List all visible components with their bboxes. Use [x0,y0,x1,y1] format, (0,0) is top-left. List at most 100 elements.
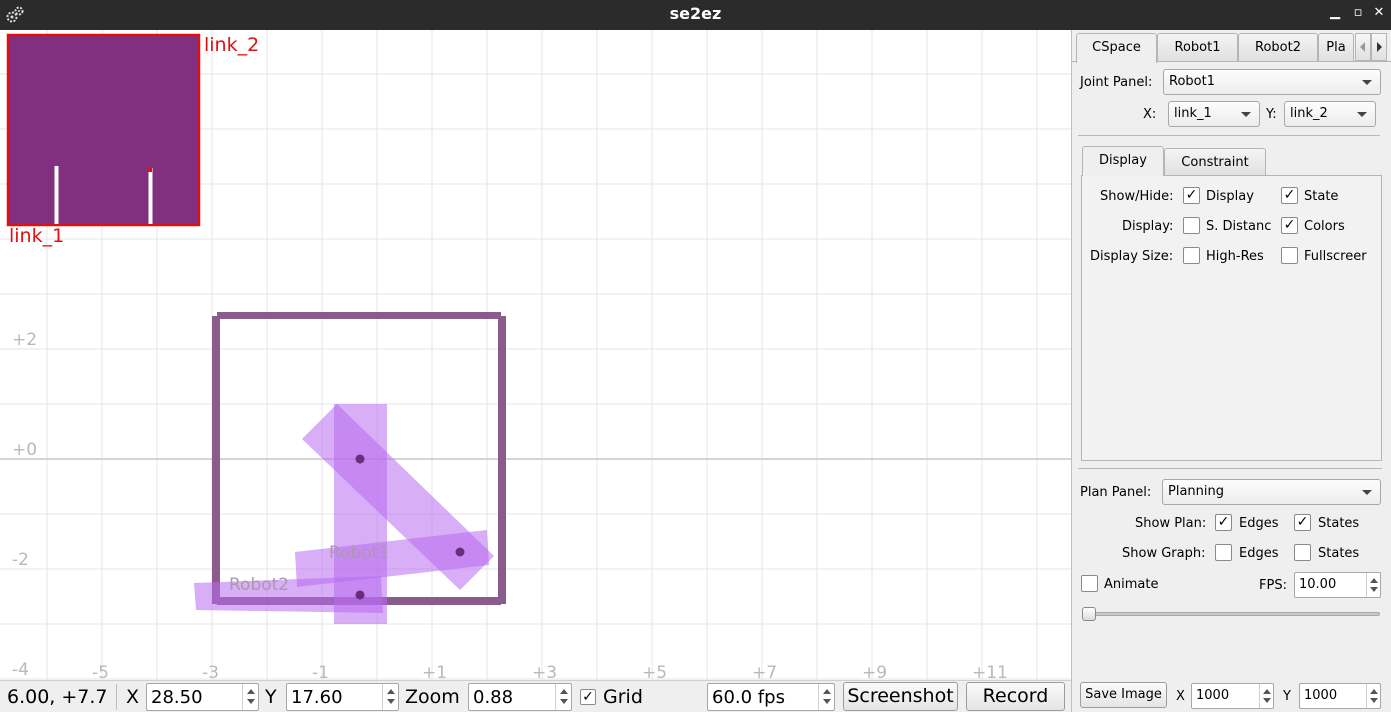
control-panel: CSpace Robot1 Robot2 Pla Joint Panel: Ro… [1071,30,1391,712]
close-icon[interactable]: ✕ [1371,5,1387,23]
x-label: X [126,686,140,708]
joint-panel-select[interactable]: Robot1 [1163,69,1381,95]
tab-robot2[interactable]: Robot2 [1238,33,1318,61]
zoom-value: 0.88 [473,687,514,708]
separator [1078,468,1382,469]
cspace-plot [6,33,201,227]
plan-panel-select[interactable]: Planning [1162,479,1381,505]
robot2-label: Robot2 [229,575,289,595]
spin-arrows-icon[interactable] [1366,684,1380,708]
plan-edges-label: Edges [1239,516,1279,531]
separator [1078,135,1380,136]
signed-distance-checkbox[interactable] [1183,217,1200,234]
tab-cspace[interactable]: CSpace [1076,33,1157,63]
plan-states-checkbox[interactable]: ✓ [1294,514,1311,531]
save-y-value: 1000 [1304,688,1338,703]
grid-label: Grid [603,686,643,708]
screenshot-button[interactable]: Screenshot [843,682,958,711]
x-tick-label: -3 [202,663,219,680]
spin-arrows-icon[interactable] [1259,684,1273,708]
animation-slider-track[interactable] [1082,612,1380,616]
joint [355,454,365,464]
fullscreen-label: Fullscreer [1304,249,1367,264]
animation-fps-spinbox[interactable]: 10.00 [1294,572,1381,598]
x-tick-label: -5 [92,663,109,680]
spin-arrows-icon[interactable] [555,684,571,710]
y-tick-label: +2 [12,330,37,350]
robot1-label: Robot1 [329,543,389,563]
animate-checkbox[interactable] [1081,575,1098,592]
x-joint-label: X: [1143,107,1157,122]
joint-panel-value: Robot1 [1169,74,1215,89]
y-tick-label: -2 [12,550,29,570]
x-value: 28.50 [151,687,203,708]
plan-edges-checkbox[interactable]: ✓ [1215,514,1232,531]
fullscreen-checkbox[interactable] [1281,247,1298,264]
y-tick-label: +0 [12,440,37,460]
spin-arrows-icon[interactable] [382,684,398,710]
x-joint-value: link_1 [1174,106,1212,121]
high-res-checkbox[interactable] [1183,247,1200,264]
cursor-coordinates: 6.00, +7.7 [7,686,108,708]
state-checkbox[interactable]: ✓ [1281,187,1298,204]
save-x-spinbox[interactable]: 1000 [1191,683,1274,709]
graph-states-checkbox[interactable] [1294,544,1311,561]
spin-arrows-icon[interactable] [1366,573,1380,597]
plan-panel-label: Plan Panel: [1080,485,1152,500]
tab-planning[interactable]: Pla [1318,33,1354,61]
high-res-label: High-Res [1206,249,1264,264]
joint-panel-label: Joint Panel: [1080,75,1153,90]
display-checkbox[interactable]: ✓ [1183,187,1200,204]
plan-states-label: States [1318,516,1360,531]
zoom-spinbox[interactable]: 0.88 [468,683,572,711]
plan-panel-value: Planning [1168,484,1224,499]
save-image-button[interactable]: Save Image [1080,682,1167,708]
grid-checkbox[interactable]: ✓ [580,689,596,705]
tab-scroll-right-icon[interactable] [1371,33,1387,61]
spin-arrows-icon[interactable] [242,684,258,710]
wall-left [212,316,220,604]
y-spinbox[interactable]: 17.60 [286,683,399,711]
wall-top [217,312,501,319]
x-joint-select[interactable]: link_1 [1168,101,1260,127]
colors-checkbox[interactable]: ✓ [1281,217,1298,234]
save-x-value: 1000 [1196,688,1230,703]
spin-arrows-icon[interactable] [818,684,834,710]
show-plan-label: Show Plan: [1135,516,1207,531]
y-value: 17.60 [291,687,343,708]
tab-display[interactable]: Display [1082,146,1164,176]
x-tick-label: +11 [972,663,1008,680]
save-x-label: X [1176,689,1185,704]
record-button[interactable]: Record [966,682,1065,711]
animation-slider-handle[interactable] [1082,607,1096,621]
bottom-toolbar: 6.00, +7.7 X 28.50 Y 17.60 Zoom 0.88 ✓ G… [0,680,1071,712]
maximize-icon[interactable]: ▫ [1350,5,1366,23]
tab-robot1[interactable]: Robot1 [1157,33,1238,61]
chevron-down-icon [1357,112,1367,117]
chevron-down-icon [1362,490,1372,495]
window-title: se2ez [669,4,722,23]
cspace-overlay[interactable]: link_2 link_1 [6,33,259,247]
fps-spinbox[interactable]: 60.0 fps [707,683,835,711]
x-tick-label: +3 [532,663,557,680]
fps-value: 60.0 fps [712,687,785,708]
save-y-spinbox[interactable]: 1000 [1299,683,1381,709]
show-hide-label: Show/Hide: [1100,189,1174,204]
cspace-state-marker [147,167,152,172]
divider [116,684,117,710]
x-tick-label: +1 [422,663,447,680]
display-group [1081,175,1382,461]
zoom-label: Zoom [405,686,460,708]
minimize-icon[interactable]: ▁ [1327,5,1343,23]
workspace-canvas[interactable]: +2 +0 -2 -4 -5 -3 -1 +1 +3 +5 +7 +9 +11 Robot1 Robot… [0,30,1071,680]
cspace-x-label: link_1 [9,225,64,247]
tab-constraint[interactable]: Constraint [1164,148,1266,176]
display-checkbox-label: Display [1206,189,1254,204]
workspace-svg[interactable]: +2 +0 -2 -4 -5 -3 -1 +1 +3 +5 +7 +9 +11 Robot1 Robot… [0,30,1071,680]
display-label: Display: [1122,219,1174,234]
animation-fps-value: 10.00 [1299,577,1337,592]
tab-scroll-left-icon[interactable] [1355,33,1371,61]
x-spinbox[interactable]: 28.50 [146,683,259,711]
graph-edges-checkbox[interactable] [1215,544,1232,561]
y-joint-select[interactable]: link_2 [1284,101,1376,127]
